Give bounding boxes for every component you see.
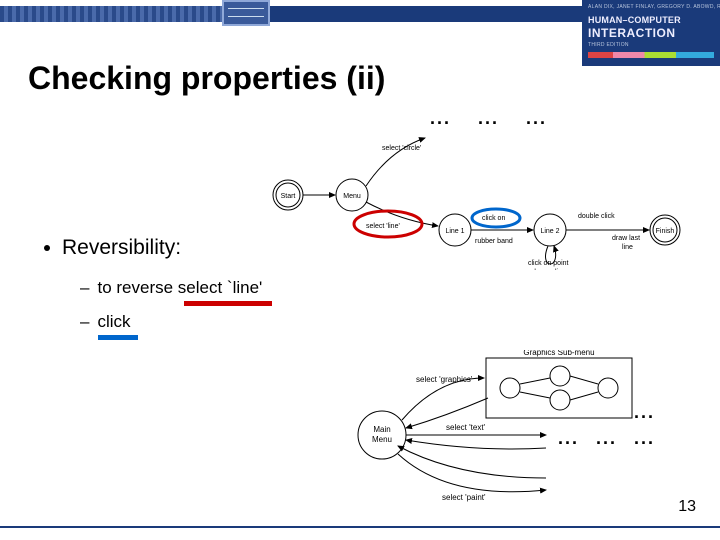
edge-select-text: select 'text'	[446, 423, 486, 432]
state-diagram-bottom: Main Menu Graphics Sub-menu select 'grap…	[338, 350, 706, 520]
bullet-main-text: Reversibility:	[62, 236, 181, 259]
edge-click-on: click on	[482, 215, 505, 222]
edge-double-click: double click	[578, 213, 615, 220]
edge-select-circle: select 'circle'	[382, 145, 421, 152]
book-edition: THIRD EDITION	[588, 42, 714, 48]
footer-rule	[0, 526, 720, 528]
bullet-sub-1: –to reverse select `line'	[80, 278, 262, 298]
bullet-main: Reversibility:	[44, 236, 181, 260]
node-main-menu-2: Menu	[372, 435, 392, 444]
bullet-dot-icon	[44, 245, 50, 251]
page-number: 13	[678, 498, 696, 516]
node-menu: Menu	[343, 193, 361, 200]
edge-select-graphics: select 'graphics'	[416, 375, 473, 384]
node-line1: Line 1	[445, 228, 464, 235]
book-color-bar	[588, 52, 714, 58]
edge-draw-line: draw a line	[532, 269, 566, 270]
edge-select-paint: select 'paint'	[442, 493, 486, 502]
edge-draw-last-2: line	[622, 244, 633, 251]
node-main-menu-1: Main	[373, 425, 390, 434]
book-title-line2: INTERACTION	[588, 26, 714, 40]
bullet-dash-icon: –	[80, 278, 89, 297]
bullet-sub-1-text: to reverse select `line'	[97, 278, 262, 297]
edge-select-line: select 'line'	[366, 223, 400, 230]
underline-blue	[98, 335, 138, 340]
book-title-line1: HUMAN–COMPUTER	[588, 16, 714, 26]
slide-title: Checking properties (ii)	[28, 60, 385, 97]
bullet-sub-2: –click	[80, 312, 131, 332]
bullet-sub-2-text: click	[97, 312, 130, 331]
header-chip-icon	[222, 0, 270, 26]
edge-draw-last-1: draw last	[612, 235, 640, 242]
header-pattern	[0, 6, 222, 22]
edge-rubber-band: rubber band	[475, 238, 513, 245]
node-finish: Finish	[656, 228, 675, 235]
book-badge: ALAN DIX, JANET FINLAY, GREGORY D. ABOWD…	[582, 0, 720, 66]
edge-click-point: click on point	[528, 260, 569, 267]
book-authors: ALAN DIX, JANET FINLAY, GREGORY D. ABOWD…	[588, 4, 714, 10]
bullet-dash-icon: –	[80, 312, 89, 331]
submenu-label: Graphics Sub-menu	[523, 350, 594, 357]
state-diagram-top: Start Menu Line 1 Line 2 Finish select '…	[270, 120, 700, 270]
underline-red	[184, 301, 272, 306]
node-start: Start	[281, 193, 296, 200]
node-line2: Line 2	[540, 228, 559, 235]
